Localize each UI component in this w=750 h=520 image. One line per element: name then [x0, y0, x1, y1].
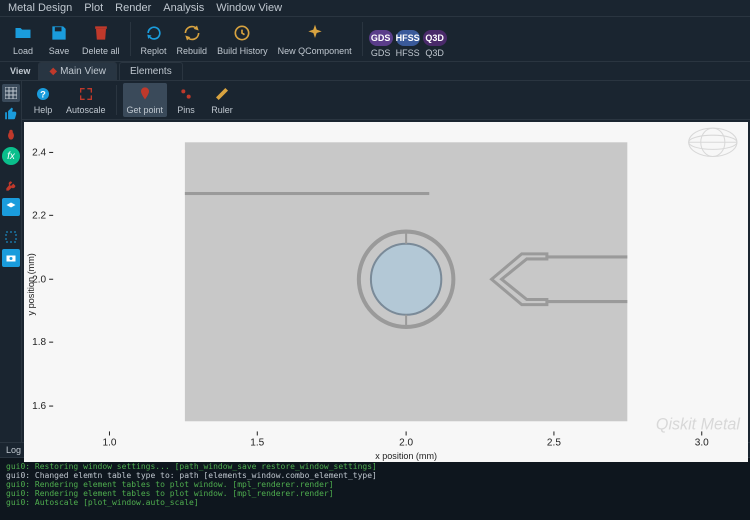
log-line: gui0: Rendering element tables to plot w…	[6, 489, 744, 498]
help-button[interactable]: ?Help	[26, 83, 60, 117]
plot-toolbar: ?Help Autoscale Get point Pins Ruler	[22, 81, 750, 120]
gds-badge[interactable]: GDS	[369, 30, 393, 46]
main-toolbar: Load Save Delete all Replot Rebuild Buil…	[0, 17, 750, 62]
grid-icon[interactable]	[2, 84, 20, 102]
save-icon	[48, 22, 70, 44]
refresh-icon	[143, 22, 165, 44]
diamond-icon: ◆	[49, 66, 57, 77]
bug-icon[interactable]	[2, 126, 20, 144]
view-label: View	[4, 64, 36, 78]
history-icon	[231, 22, 253, 44]
select-icon[interactable]	[2, 228, 20, 246]
q3d-badge[interactable]: Q3D	[423, 30, 447, 46]
log-body[interactable]: gui0: Restoring window settings... [path…	[0, 458, 750, 520]
replot-button[interactable]: Replot	[137, 20, 171, 58]
menu-plot[interactable]: Plot	[84, 2, 103, 14]
svg-text:3.0: 3.0	[695, 438, 709, 449]
delete-all-button[interactable]: Delete all	[78, 20, 124, 58]
menu-window-view[interactable]: Window View	[216, 2, 282, 14]
log-line: gui0: Changed elemtn table type to: path…	[6, 471, 744, 480]
ruler-icon	[213, 85, 231, 103]
save-button[interactable]: Save	[42, 20, 76, 58]
watermark: Qiskit Metal	[656, 415, 740, 433]
trash-icon	[90, 22, 112, 44]
autoscale-button[interactable]: Autoscale	[62, 83, 110, 117]
thumbs-up-icon[interactable]	[2, 105, 20, 123]
rebuild-icon	[181, 22, 203, 44]
get-point-button[interactable]: Get point	[123, 83, 168, 117]
tool-icon[interactable]	[2, 177, 20, 195]
help-icon: ?	[34, 85, 52, 103]
log-line: gui0: Restoring window settings... [path…	[6, 462, 744, 471]
load-button[interactable]: Load	[6, 20, 40, 58]
pins-icon	[177, 85, 195, 103]
plot-canvas[interactable]: 1.0 1.5 2.0 2.5 3.0 1.6 1.8 2.0 2.2 2.4 …	[24, 122, 748, 462]
log-line: gui0: Rendering element tables to plot w…	[6, 480, 744, 489]
menu-render[interactable]: Render	[115, 2, 151, 14]
layers-icon[interactable]	[2, 198, 20, 216]
folder-open-icon	[12, 22, 34, 44]
ruler-button[interactable]: Ruler	[205, 83, 239, 117]
svg-text:2.2: 2.2	[32, 210, 46, 221]
tab-main-view[interactable]: ◆Main View	[38, 62, 117, 80]
svg-text:?: ?	[40, 89, 46, 99]
left-sidebar: fx	[0, 81, 22, 442]
menu-bar: Metal Design Plot Render Analysis Window…	[0, 0, 750, 17]
svg-text:x position (mm): x position (mm)	[375, 451, 437, 461]
svg-text:1.5: 1.5	[250, 438, 264, 449]
log-line: gui0: Autoscale [plot_window.auto_scale]	[6, 498, 744, 507]
hfss-badge[interactable]: HFSS	[396, 30, 420, 46]
svg-text:1.0: 1.0	[102, 438, 116, 449]
fx-icon[interactable]: fx	[2, 147, 20, 165]
plot-pane: ?Help Autoscale Get point Pins Ruler	[22, 81, 750, 442]
svg-text:y position (mm): y position (mm)	[26, 253, 36, 315]
build-history-button[interactable]: Build History	[213, 20, 272, 58]
rebuild-button[interactable]: Rebuild	[173, 20, 212, 58]
svg-text:2.0: 2.0	[399, 438, 413, 449]
svg-text:2.4: 2.4	[32, 147, 46, 158]
new-qcomponent-button[interactable]: New QComponent	[274, 20, 356, 58]
svg-text:1.6: 1.6	[32, 401, 46, 412]
pins-button[interactable]: Pins	[169, 83, 203, 117]
expand-icon	[77, 85, 95, 103]
menu-metal-design[interactable]: Metal Design	[8, 2, 72, 14]
tab-elements[interactable]: Elements	[119, 62, 183, 80]
camera-icon[interactable]	[2, 249, 20, 267]
tab-bar: View ◆Main View Elements	[0, 62, 750, 81]
pin-icon	[136, 85, 154, 103]
svg-text:2.5: 2.5	[547, 438, 561, 449]
menu-analysis[interactable]: Analysis	[163, 2, 204, 14]
sparkle-icon	[304, 22, 326, 44]
svg-text:1.8: 1.8	[32, 337, 46, 348]
